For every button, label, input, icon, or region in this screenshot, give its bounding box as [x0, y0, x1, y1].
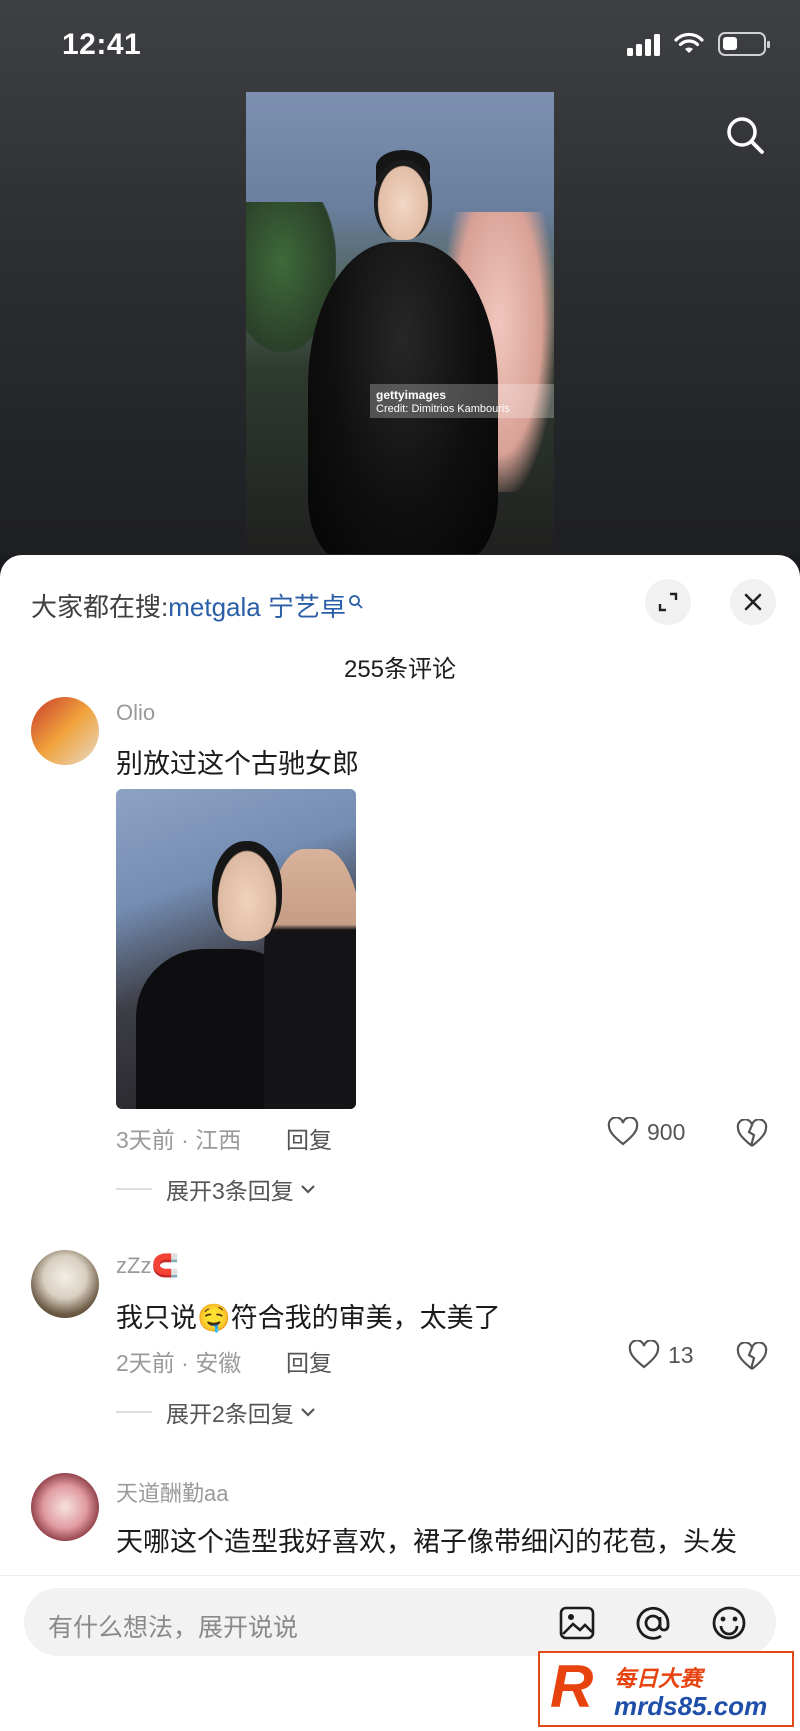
expand-icon — [658, 592, 678, 612]
chevron-down-icon — [301, 1408, 315, 1417]
comment-time-location: 3天前 · 江西 — [116, 1127, 242, 1153]
comment-image[interactable] — [116, 789, 356, 1109]
hero-photo[interactable]: gettyimages Credit: Dimitrios Kambouris — [246, 92, 554, 554]
site-logo: R 每日大赛 mrds85.com — [538, 1651, 794, 1727]
close-icon — [744, 593, 762, 611]
comment-text: 别放过这个古驰女郎 — [116, 749, 359, 779]
status-time: 12:41 — [62, 28, 142, 61]
getty-watermark: gettyimages Credit: Dimitrios Kambouris — [370, 384, 554, 418]
small-search-icon — [349, 595, 363, 609]
trending-search[interactable]: 大家都在搜:metgala 宁艺卓 — [31, 587, 364, 624]
avatar[interactable] — [31, 1473, 99, 1541]
logo-url: mrds85.com — [614, 1691, 768, 1721]
comment-text: 我只说🤤符合我的审美，太美了 — [116, 1303, 501, 1333]
comment-username[interactable]: zZz🧲 — [116, 1253, 179, 1279]
comment-text: 天哪这个造型我好喜欢，裙子像带细闪的花苞，头发 — [116, 1527, 737, 1557]
search-icon[interactable] — [722, 112, 768, 158]
reply-button[interactable]: 回复 — [286, 1121, 332, 1155]
expand-replies[interactable]: 展开3条回复 — [116, 1172, 316, 1206]
comment-input-placeholder: 有什么想法，展开说说 — [48, 1614, 299, 1642]
image-icon[interactable] — [558, 1604, 596, 1642]
comment-username[interactable]: 天道酬勤aa — [116, 1476, 228, 1508]
broken-heart-icon[interactable] — [736, 1342, 768, 1372]
close-sheet-button[interactable] — [730, 579, 776, 625]
emoji-icon[interactable] — [710, 1604, 748, 1642]
like-count: 13 — [668, 1341, 694, 1368]
comment-time-location: 2天前 · 安徽 — [116, 1350, 242, 1376]
trending-keyword[interactable]: metgala 宁艺卓 — [168, 592, 346, 622]
like-button[interactable]: 900 — [607, 1117, 685, 1147]
cellular-signal-icon — [627, 32, 660, 56]
like-button[interactable]: 13 — [628, 1340, 694, 1370]
logo-letter: R — [550, 1653, 594, 1720]
comment-input[interactable]: 有什么想法，展开说说 — [24, 1588, 776, 1656]
mention-icon[interactable] — [634, 1604, 672, 1642]
logo-text: 每日大赛 — [614, 1666, 703, 1691]
broken-heart-icon[interactable] — [736, 1119, 768, 1149]
battery-icon — [718, 32, 770, 56]
reply-button[interactable]: 回复 — [286, 1344, 332, 1378]
wifi-icon — [674, 32, 704, 53]
like-count: 900 — [647, 1118, 686, 1145]
heart-icon — [607, 1117, 639, 1146]
comment-username[interactable]: Olio — [116, 700, 155, 726]
avatar[interactable] — [31, 1250, 99, 1318]
status-icons — [627, 32, 770, 56]
avatar[interactable] — [31, 697, 99, 765]
expand-sheet-button[interactable] — [645, 579, 691, 625]
chevron-down-icon — [301, 1185, 315, 1194]
comment-count: 255条评论 — [343, 656, 457, 683]
video-area: 12:41 gettyimages Credit: Dimitrios Kamb… — [0, 0, 800, 555]
heart-icon — [628, 1340, 660, 1369]
expand-replies[interactable]: 展开2条回复 — [116, 1395, 316, 1429]
trending-prefix: 大家都在搜: — [31, 592, 169, 622]
